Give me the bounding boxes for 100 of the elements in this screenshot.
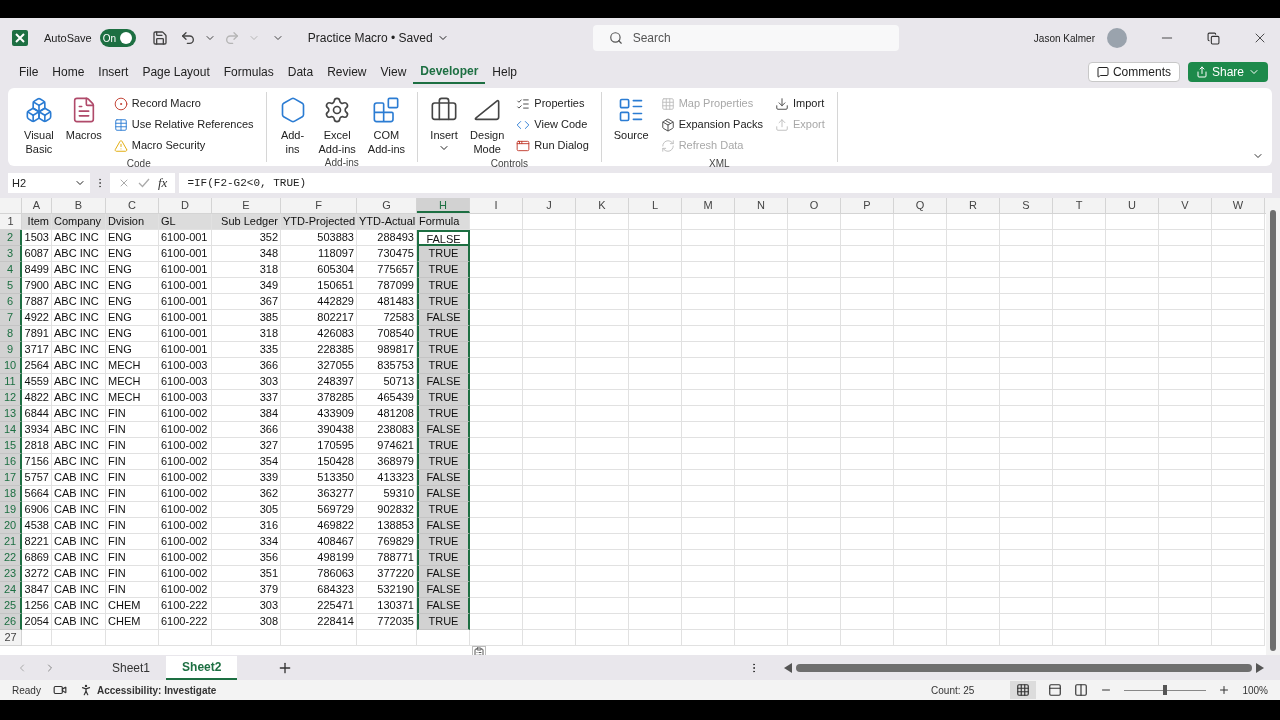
ribbon-tab[interactable]: View xyxy=(373,60,414,84)
ribbon-tab[interactable]: Insert xyxy=(91,60,136,84)
page-break-icon[interactable] xyxy=(1074,683,1089,697)
ribbon-tab[interactable]: Developer xyxy=(413,60,486,84)
row-header[interactable]: 27 xyxy=(0,630,22,646)
page-layout-icon[interactable] xyxy=(1048,683,1063,697)
ribbon-tab[interactable]: Help xyxy=(485,60,524,84)
ribbon-button[interactable]: Insert xyxy=(426,92,463,157)
ribbon-tab[interactable]: Review xyxy=(320,60,374,84)
column-header[interactable]: Q xyxy=(894,198,947,213)
column-header[interactable]: T xyxy=(1053,198,1106,213)
row-header[interactable]: 14 xyxy=(0,422,22,438)
ribbon-button[interactable]: Add- ins xyxy=(274,92,311,156)
ribbon-button[interactable]: Macros xyxy=(61,92,106,157)
sheet-tab[interactable]: Sheet2 xyxy=(166,655,238,680)
vertical-scrollbar[interactable] xyxy=(1266,198,1280,655)
horizontal-scrollbar[interactable] xyxy=(784,660,1264,675)
row-header[interactable]: 5 xyxy=(0,278,22,294)
ribbon-tab[interactable]: Data xyxy=(280,60,321,84)
column-header[interactable]: B xyxy=(52,198,106,213)
row-header[interactable]: 24 xyxy=(0,582,22,598)
row-header[interactable]: 15 xyxy=(0,438,22,454)
ribbon-button[interactable]: COM Add-ins xyxy=(363,92,410,156)
comments-button[interactable]: Comments xyxy=(1087,62,1180,82)
column-header[interactable]: J xyxy=(523,198,576,213)
row-header[interactable]: 18 xyxy=(0,486,22,502)
ribbon-tab[interactable]: File xyxy=(12,60,46,84)
column-header[interactable]: P xyxy=(841,198,894,213)
sheet-tab[interactable]: Sheet1 xyxy=(96,655,167,680)
ribbon-button[interactable]: Excel Add-ins xyxy=(314,92,360,156)
ribbon-button[interactable]: Macro Security xyxy=(109,136,258,155)
row-header[interactable]: 9 xyxy=(0,342,22,358)
row-header[interactable]: 13 xyxy=(0,406,22,422)
ribbon-button[interactable]: Visual Basic xyxy=(20,92,58,157)
column-header[interactable]: O xyxy=(788,198,841,213)
column-header[interactable]: C xyxy=(106,198,159,213)
ribbon-button[interactable]: Design Mode xyxy=(466,92,509,157)
row-header[interactable]: 25 xyxy=(0,598,22,614)
column-header[interactable]: E xyxy=(212,198,281,213)
zoom-slider[interactable] xyxy=(1124,684,1207,696)
column-header[interactable]: V xyxy=(1159,198,1212,213)
row-header[interactable]: 22 xyxy=(0,550,22,566)
row-header[interactable]: 11 xyxy=(0,374,22,390)
check-icon[interactable] xyxy=(138,177,150,189)
row-header[interactable]: 12 xyxy=(0,390,22,406)
row-header[interactable]: 17 xyxy=(0,470,22,486)
share-button[interactable]: Share xyxy=(1187,62,1268,82)
search-field[interactable]: Search xyxy=(592,25,899,51)
formula-field[interactable]: =IF(F2-G2<0, TRUE) xyxy=(179,173,1272,193)
ribbon-button[interactable]: View Code xyxy=(512,115,593,134)
ribbon-button[interactable]: Run Dialog xyxy=(512,136,593,155)
normal-view-icon[interactable] xyxy=(1010,681,1037,699)
row-header[interactable]: 8 xyxy=(0,326,22,342)
row-header[interactable]: 10 xyxy=(0,358,22,374)
row-header[interactable]: 21 xyxy=(0,534,22,550)
zoom-in-icon[interactable] xyxy=(1218,684,1231,696)
row-header[interactable]: 4 xyxy=(0,262,22,278)
row-header[interactable]: 20 xyxy=(0,518,22,534)
ribbon-button[interactable]: Use Relative References xyxy=(109,115,258,134)
column-header[interactable]: K xyxy=(576,198,629,213)
scrollbar-thumb[interactable] xyxy=(796,663,1252,672)
column-header[interactable]: N xyxy=(735,198,788,213)
scrollbar-thumb[interactable] xyxy=(1270,210,1276,651)
column-header[interactable]: A xyxy=(22,198,52,213)
ribbon-tab[interactable]: Page Layout xyxy=(135,60,217,84)
row-header[interactable]: 19 xyxy=(0,502,22,518)
scroll-right-icon[interactable] xyxy=(1256,662,1264,673)
macro-recording-icon[interactable] xyxy=(52,683,67,697)
row-header[interactable]: 16 xyxy=(0,454,22,470)
column-header[interactable]: R xyxy=(947,198,1000,213)
autosave-toggle[interactable]: On xyxy=(99,29,136,47)
ribbon-button[interactable]: Source xyxy=(609,92,653,157)
insert-function-button[interactable]: fx xyxy=(158,173,168,193)
ribbon-tab[interactable]: Formulas xyxy=(216,60,281,84)
save-icon[interactable] xyxy=(151,30,168,46)
restore-icon[interactable] xyxy=(1207,31,1220,45)
row-header[interactable]: 3 xyxy=(0,246,22,262)
column-header[interactable]: U xyxy=(1106,198,1159,213)
row-header[interactable]: 1 xyxy=(0,214,22,230)
column-header[interactable]: S xyxy=(1000,198,1053,213)
column-header[interactable]: D xyxy=(159,198,212,213)
column-header[interactable]: I xyxy=(470,198,523,213)
ribbon-button[interactable]: Properties xyxy=(512,94,593,113)
row-header[interactable]: 2 xyxy=(0,230,22,246)
row-header[interactable]: 6 xyxy=(0,294,22,310)
row-header[interactable]: 7 xyxy=(0,310,22,326)
ribbon-tab[interactable]: Home xyxy=(45,60,92,84)
undo-icon[interactable] xyxy=(179,30,196,46)
accessibility-button[interactable]: Accessibility: Investigate xyxy=(78,682,217,698)
column-header[interactable]: W xyxy=(1212,198,1265,213)
row-header[interactable]: 23 xyxy=(0,566,22,582)
ribbon-button[interactable]: Expansion Packs xyxy=(656,115,767,134)
document-title[interactable]: Practice Macro • Saved xyxy=(307,29,449,47)
column-header[interactable]: H xyxy=(417,198,470,213)
column-header[interactable]: L xyxy=(629,198,682,213)
name-box[interactable]: H2 xyxy=(8,173,90,193)
column-header[interactable]: M xyxy=(682,198,735,213)
scroll-left-icon[interactable] xyxy=(784,662,792,673)
row-header[interactable]: 26 xyxy=(0,614,22,630)
ribbon-button[interactable]: Import xyxy=(771,94,829,113)
